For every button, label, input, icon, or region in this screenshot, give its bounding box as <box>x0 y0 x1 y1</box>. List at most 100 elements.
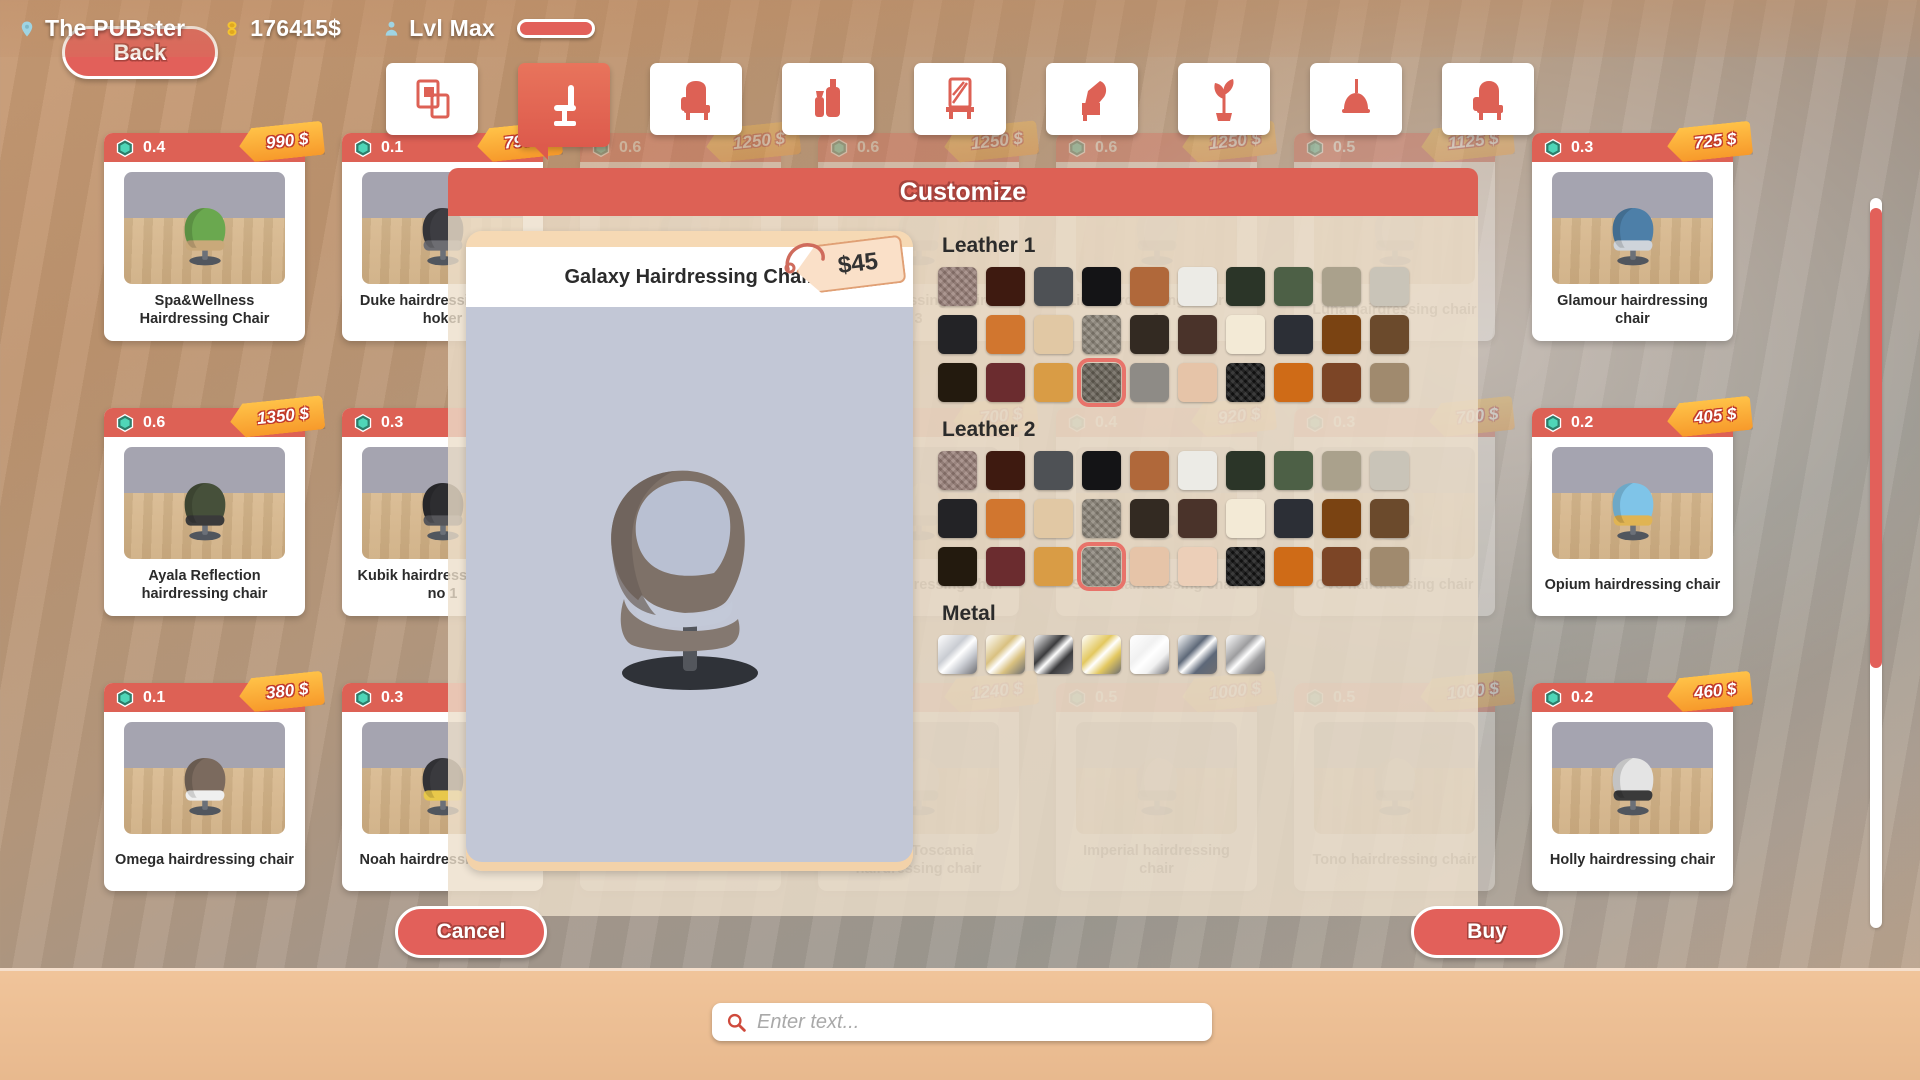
color-swatch[interactable] <box>938 635 977 674</box>
color-swatch[interactable] <box>986 635 1025 674</box>
item-chair-render <box>184 758 225 816</box>
color-swatch[interactable] <box>1034 635 1073 674</box>
color-swatch[interactable] <box>1034 267 1073 306</box>
preview-stage[interactable] <box>466 307 913 862</box>
color-swatch[interactable] <box>1370 451 1409 490</box>
color-swatch[interactable] <box>1370 315 1409 354</box>
color-swatch[interactable] <box>1082 315 1121 354</box>
color-swatch[interactable] <box>986 315 1025 354</box>
shop-item-card[interactable]: 0.6 1350 $ Ayala Reflection hairdressing c… <box>104 408 305 616</box>
item-label: Ayala Reflection hairdressing chair <box>141 567 268 602</box>
shop-item-card[interactable]: 0.2 460 $ Holly hairdressing chair <box>1532 683 1733 891</box>
color-swatch[interactable] <box>986 547 1025 586</box>
tab-cosmetics[interactable] <box>782 63 874 135</box>
color-swatch[interactable] <box>1130 451 1169 490</box>
color-swatch[interactable] <box>1130 363 1169 402</box>
color-swatch[interactable] <box>938 499 977 538</box>
color-swatch[interactable] <box>938 315 977 354</box>
tab-armchair[interactable] <box>650 63 742 135</box>
modal-header: Customize <box>448 168 1478 216</box>
color-swatch[interactable] <box>1130 547 1169 586</box>
gem-icon <box>354 688 372 707</box>
preview-item-name: Galaxy Hairdressing Chair <box>564 265 815 288</box>
color-swatch[interactable] <box>1178 547 1217 586</box>
color-swatch[interactable] <box>986 363 1025 402</box>
color-swatch[interactable] <box>1130 267 1169 306</box>
color-swatch[interactable] <box>1077 358 1126 407</box>
color-swatch[interactable] <box>1370 547 1409 586</box>
shop-item-card[interactable]: 0.4 990 $ Spa&Wellness Hairdressing Chair <box>104 133 305 341</box>
color-swatch[interactable] <box>986 451 1025 490</box>
color-swatch[interactable] <box>1322 315 1361 354</box>
tab-hairdressing-chair[interactable] <box>518 63 610 160</box>
search-bar[interactable] <box>712 1003 1212 1041</box>
color-swatch[interactable] <box>1226 363 1265 402</box>
color-swatch[interactable] <box>1322 451 1361 490</box>
color-swatch[interactable] <box>1226 267 1265 306</box>
color-swatch[interactable] <box>986 267 1025 306</box>
color-swatch[interactable] <box>1274 451 1313 490</box>
tab-sofa[interactable] <box>1442 63 1534 135</box>
color-swatch[interactable] <box>1370 499 1409 538</box>
color-swatch[interactable] <box>1274 499 1313 538</box>
color-swatch[interactable] <box>1274 267 1313 306</box>
color-swatch[interactable] <box>1034 451 1073 490</box>
color-swatch[interactable] <box>1322 547 1361 586</box>
color-swatch[interactable] <box>938 547 977 586</box>
tab-wallpaper[interactable] <box>386 63 478 135</box>
cancel-button[interactable]: Cancel <box>395 906 547 958</box>
scrollbar-thumb[interactable] <box>1870 208 1882 668</box>
sofa-icon <box>1473 81 1503 120</box>
color-swatch[interactable] <box>1034 363 1073 402</box>
color-swatch[interactable] <box>938 451 977 490</box>
color-swatch[interactable] <box>1226 315 1265 354</box>
buy-button[interactable]: Buy <box>1411 906 1563 958</box>
color-swatch[interactable] <box>1226 635 1265 674</box>
vertical-scrollbar[interactable] <box>1870 198 1882 928</box>
category-tab-bar[interactable] <box>0 63 1920 160</box>
color-swatch[interactable] <box>1322 363 1361 402</box>
color-swatch[interactable] <box>1178 363 1217 402</box>
color-swatch[interactable] <box>1034 315 1073 354</box>
color-swatch[interactable] <box>1178 315 1217 354</box>
level-indicator: Lvl Max <box>383 15 495 42</box>
color-swatch[interactable] <box>1178 499 1217 538</box>
color-swatch[interactable] <box>938 267 977 306</box>
color-swatch[interactable] <box>1226 451 1265 490</box>
tab-lamp[interactable] <box>1310 63 1402 135</box>
tab-mirror[interactable] <box>914 63 1006 135</box>
color-swatch[interactable] <box>1178 635 1217 674</box>
color-swatch[interactable] <box>1370 267 1409 306</box>
shop-item-card[interactable]: 0.3 725 $ Glamour hairdressing chair <box>1532 133 1733 341</box>
tab-plant[interactable] <box>1178 63 1270 135</box>
color-swatch[interactable] <box>1077 542 1126 591</box>
color-swatch[interactable] <box>1082 451 1121 490</box>
color-swatch[interactable] <box>938 363 977 402</box>
shop-item-card[interactable]: 0.2 405 $ Opium hairdressing chair <box>1532 408 1733 616</box>
color-swatch[interactable] <box>1226 547 1265 586</box>
color-swatch[interactable] <box>1322 267 1361 306</box>
color-swatch[interactable] <box>1034 499 1073 538</box>
color-swatch[interactable] <box>1274 315 1313 354</box>
shop-item-card[interactable]: 0.1 380 $ Omega hairdressing chair <box>104 683 305 891</box>
color-swatch[interactable] <box>1082 635 1121 674</box>
item-price-tag: 1350 $ <box>228 395 325 439</box>
color-swatch[interactable] <box>1226 499 1265 538</box>
color-swatch[interactable] <box>1082 267 1121 306</box>
color-swatch[interactable] <box>1130 635 1169 674</box>
color-swatch[interactable] <box>1082 499 1121 538</box>
option-group-title: Leather 1 <box>942 234 1036 257</box>
search-input[interactable] <box>757 1010 1187 1034</box>
swatch-grid <box>938 635 1458 674</box>
color-swatch[interactable] <box>986 499 1025 538</box>
tab-washing-chair[interactable] <box>1046 63 1138 135</box>
color-swatch[interactable] <box>1274 363 1313 402</box>
color-swatch[interactable] <box>1370 363 1409 402</box>
color-swatch[interactable] <box>1322 499 1361 538</box>
color-swatch[interactable] <box>1274 547 1313 586</box>
color-swatch[interactable] <box>1178 451 1217 490</box>
color-swatch[interactable] <box>1178 267 1217 306</box>
color-swatch[interactable] <box>1034 547 1073 586</box>
color-swatch[interactable] <box>1130 315 1169 354</box>
color-swatch[interactable] <box>1130 499 1169 538</box>
